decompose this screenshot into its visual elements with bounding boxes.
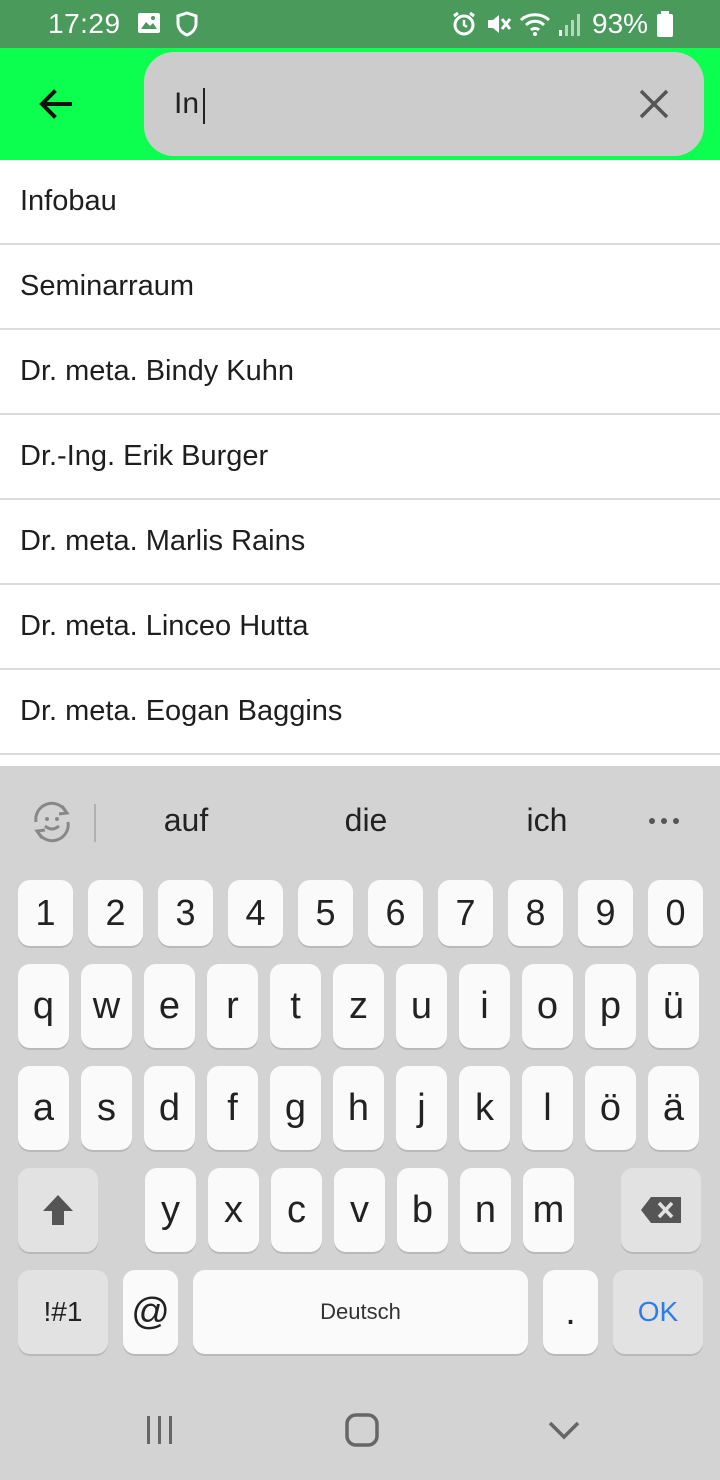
key-i[interactable]: i (459, 964, 510, 1048)
key-n[interactable]: n (460, 1168, 511, 1252)
status-time: 17:29 (48, 8, 121, 39)
chevron-down-icon (548, 1421, 580, 1440)
home-button[interactable] (332, 1410, 392, 1450)
key-4[interactable]: 4 (228, 880, 283, 946)
key-y[interactable]: y (145, 1168, 196, 1252)
key-m[interactable]: m (523, 1168, 574, 1252)
home-icon (345, 1413, 379, 1447)
key-a[interactable]: a (18, 1066, 69, 1150)
recent-apps-button[interactable] (130, 1410, 190, 1450)
more-dot-icon (673, 818, 679, 824)
suggestion-1[interactable]: auf (111, 802, 261, 839)
key-q[interactable]: q (18, 964, 69, 1048)
key-t[interactable]: t (270, 964, 321, 1048)
key-ö[interactable]: ö (585, 1066, 636, 1150)
key-z[interactable]: z (333, 964, 384, 1048)
suggestion-divider (94, 804, 96, 842)
key-r[interactable]: r (207, 964, 258, 1048)
backspace-key[interactable] (621, 1168, 701, 1252)
key-u[interactable]: u (396, 964, 447, 1048)
hide-keyboard-button[interactable] (534, 1410, 594, 1450)
key-6[interactable]: 6 (368, 880, 423, 946)
search-results-list: Infobau Seminarraum Dr. meta. Bindy Kuhn Dr… (0, 160, 720, 755)
navigation-bar (0, 1380, 720, 1480)
key-ä[interactable]: ä (648, 1066, 699, 1150)
list-item[interactable]: Seminarraum (0, 245, 720, 330)
shift-key[interactable] (18, 1168, 98, 1252)
list-item[interactable]: Dr. meta. Linceo Hutta (0, 585, 720, 670)
key-e[interactable]: e (144, 964, 195, 1048)
more-dot-icon (649, 818, 655, 824)
key-v[interactable]: v (334, 1168, 385, 1252)
search-input[interactable] (174, 74, 614, 134)
key-b[interactable]: b (397, 1168, 448, 1252)
key-j[interactable]: j (396, 1066, 447, 1150)
period-key[interactable]: . (543, 1270, 598, 1354)
key-d[interactable]: d (144, 1066, 195, 1150)
suggestion-bar: auf die ich (0, 766, 720, 876)
key-5[interactable]: 5 (298, 880, 353, 946)
key-0[interactable]: 0 (648, 880, 703, 946)
key-f[interactable]: f (207, 1066, 258, 1150)
key-3[interactable]: 3 (158, 880, 213, 946)
key-1[interactable]: 1 (18, 880, 73, 946)
list-item[interactable]: Dr. meta. Bindy Kuhn (0, 330, 720, 415)
clear-search-button[interactable] (624, 74, 684, 134)
key-c[interactable]: c (271, 1168, 322, 1252)
gallery-icon (138, 13, 160, 33)
list-item[interactable]: Dr. meta. Marlis Rains (0, 500, 720, 585)
status-bar: 17:29 93% (0, 0, 720, 48)
text-cursor (203, 88, 205, 124)
emoji-refresh-icon[interactable] (26, 796, 78, 848)
key-p[interactable]: p (585, 964, 636, 1048)
wifi-icon (519, 13, 551, 36)
suggestion-3[interactable]: ich (472, 802, 622, 839)
symbols-key[interactable]: !#1 (18, 1270, 108, 1354)
key-9[interactable]: 9 (578, 880, 633, 946)
key-7[interactable]: 7 (438, 880, 493, 946)
soft-keyboard: auf die ich 1234567890 qwertzuiopü asdfghj… (0, 766, 720, 1480)
key-x[interactable]: x (208, 1168, 259, 1252)
key-h[interactable]: h (333, 1066, 384, 1150)
close-icon (639, 89, 669, 119)
search-box[interactable] (144, 52, 704, 156)
more-suggestions-button[interactable] (640, 806, 688, 836)
recent-apps-icon (147, 1416, 172, 1444)
key-o[interactable]: o (522, 964, 573, 1048)
alarm-icon (453, 11, 475, 36)
more-dot-icon (661, 818, 667, 824)
key-2[interactable]: 2 (88, 880, 143, 946)
ok-key[interactable]: OK (613, 1270, 703, 1354)
list-item[interactable]: Infobau (0, 160, 720, 245)
shield-icon (176, 11, 198, 37)
key-ü[interactable]: ü (648, 964, 699, 1048)
search-app-bar (0, 48, 720, 160)
battery-icon (657, 11, 673, 37)
key-g[interactable]: g (270, 1066, 321, 1150)
list-item[interactable]: Dr. meta. Eogan Baggins (0, 670, 720, 755)
shift-icon (43, 1195, 73, 1225)
backspace-icon (641, 1197, 681, 1223)
key-w[interactable]: w (81, 964, 132, 1048)
battery-percentage: 93% (592, 8, 649, 39)
key-l[interactable]: l (522, 1066, 573, 1150)
at-key[interactable]: @ (123, 1270, 178, 1354)
space-key[interactable]: Deutsch (193, 1270, 528, 1354)
arrow-back-icon (39, 89, 72, 119)
key-k[interactable]: k (459, 1066, 510, 1150)
key-8[interactable]: 8 (508, 880, 563, 946)
list-item[interactable]: Dr.-Ing. Erik Burger (0, 415, 720, 500)
signal-icon (559, 14, 580, 36)
back-button[interactable] (20, 68, 92, 140)
suggestion-2[interactable]: die (291, 802, 441, 839)
key-s[interactable]: s (81, 1066, 132, 1150)
mute-icon (488, 15, 512, 33)
